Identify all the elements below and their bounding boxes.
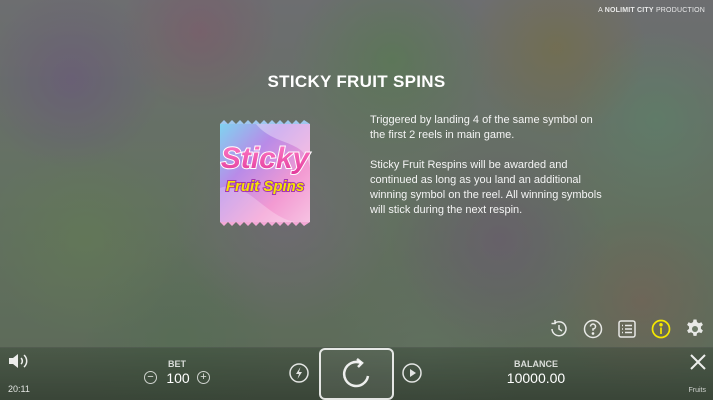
spin-arrow-icon xyxy=(342,358,369,388)
bet-value: 100 xyxy=(166,370,190,386)
description-paragraph-1: Triggered by landing 4 of the same symbo… xyxy=(370,114,593,141)
bet-decrease-button[interactable]: − xyxy=(144,371,157,384)
sound-icon[interactable] xyxy=(7,351,31,371)
info-description: Triggered by landing 4 of the same symbo… xyxy=(370,113,610,233)
sticky-fruit-spins-logo: Sticky Fruit Spins xyxy=(196,118,334,230)
production-credit: A NOLIMIT CITY PRODUCTION xyxy=(598,7,705,14)
bet-label: BET xyxy=(168,359,186,369)
settings-icon[interactable] xyxy=(684,318,706,340)
bet-increase-button[interactable]: + xyxy=(197,371,210,384)
svg-text:Fruit Spins: Fruit Spins xyxy=(226,178,304,195)
autoplay-icon[interactable] xyxy=(401,362,423,384)
history-icon[interactable] xyxy=(548,318,570,340)
game-name: Fruits xyxy=(688,387,707,394)
info-title: STICKY FRUIT SPINS xyxy=(267,72,446,91)
close-icon[interactable] xyxy=(688,352,708,372)
balance-value: 10000.00 xyxy=(506,370,566,386)
paytable-icon[interactable] xyxy=(616,318,638,340)
spin-button[interactable] xyxy=(319,348,394,400)
svg-text:Sticky: Sticky xyxy=(221,142,311,175)
clock: 20:11 xyxy=(8,384,30,394)
info-icon[interactable] xyxy=(650,318,672,340)
help-icon[interactable] xyxy=(582,318,604,340)
balance-label: BALANCE xyxy=(514,359,558,369)
turbo-bolt-icon[interactable] xyxy=(288,362,310,384)
menu-icons-row xyxy=(548,318,706,340)
description-paragraph-2: Sticky Fruit Respins will be awarded and… xyxy=(370,159,602,216)
